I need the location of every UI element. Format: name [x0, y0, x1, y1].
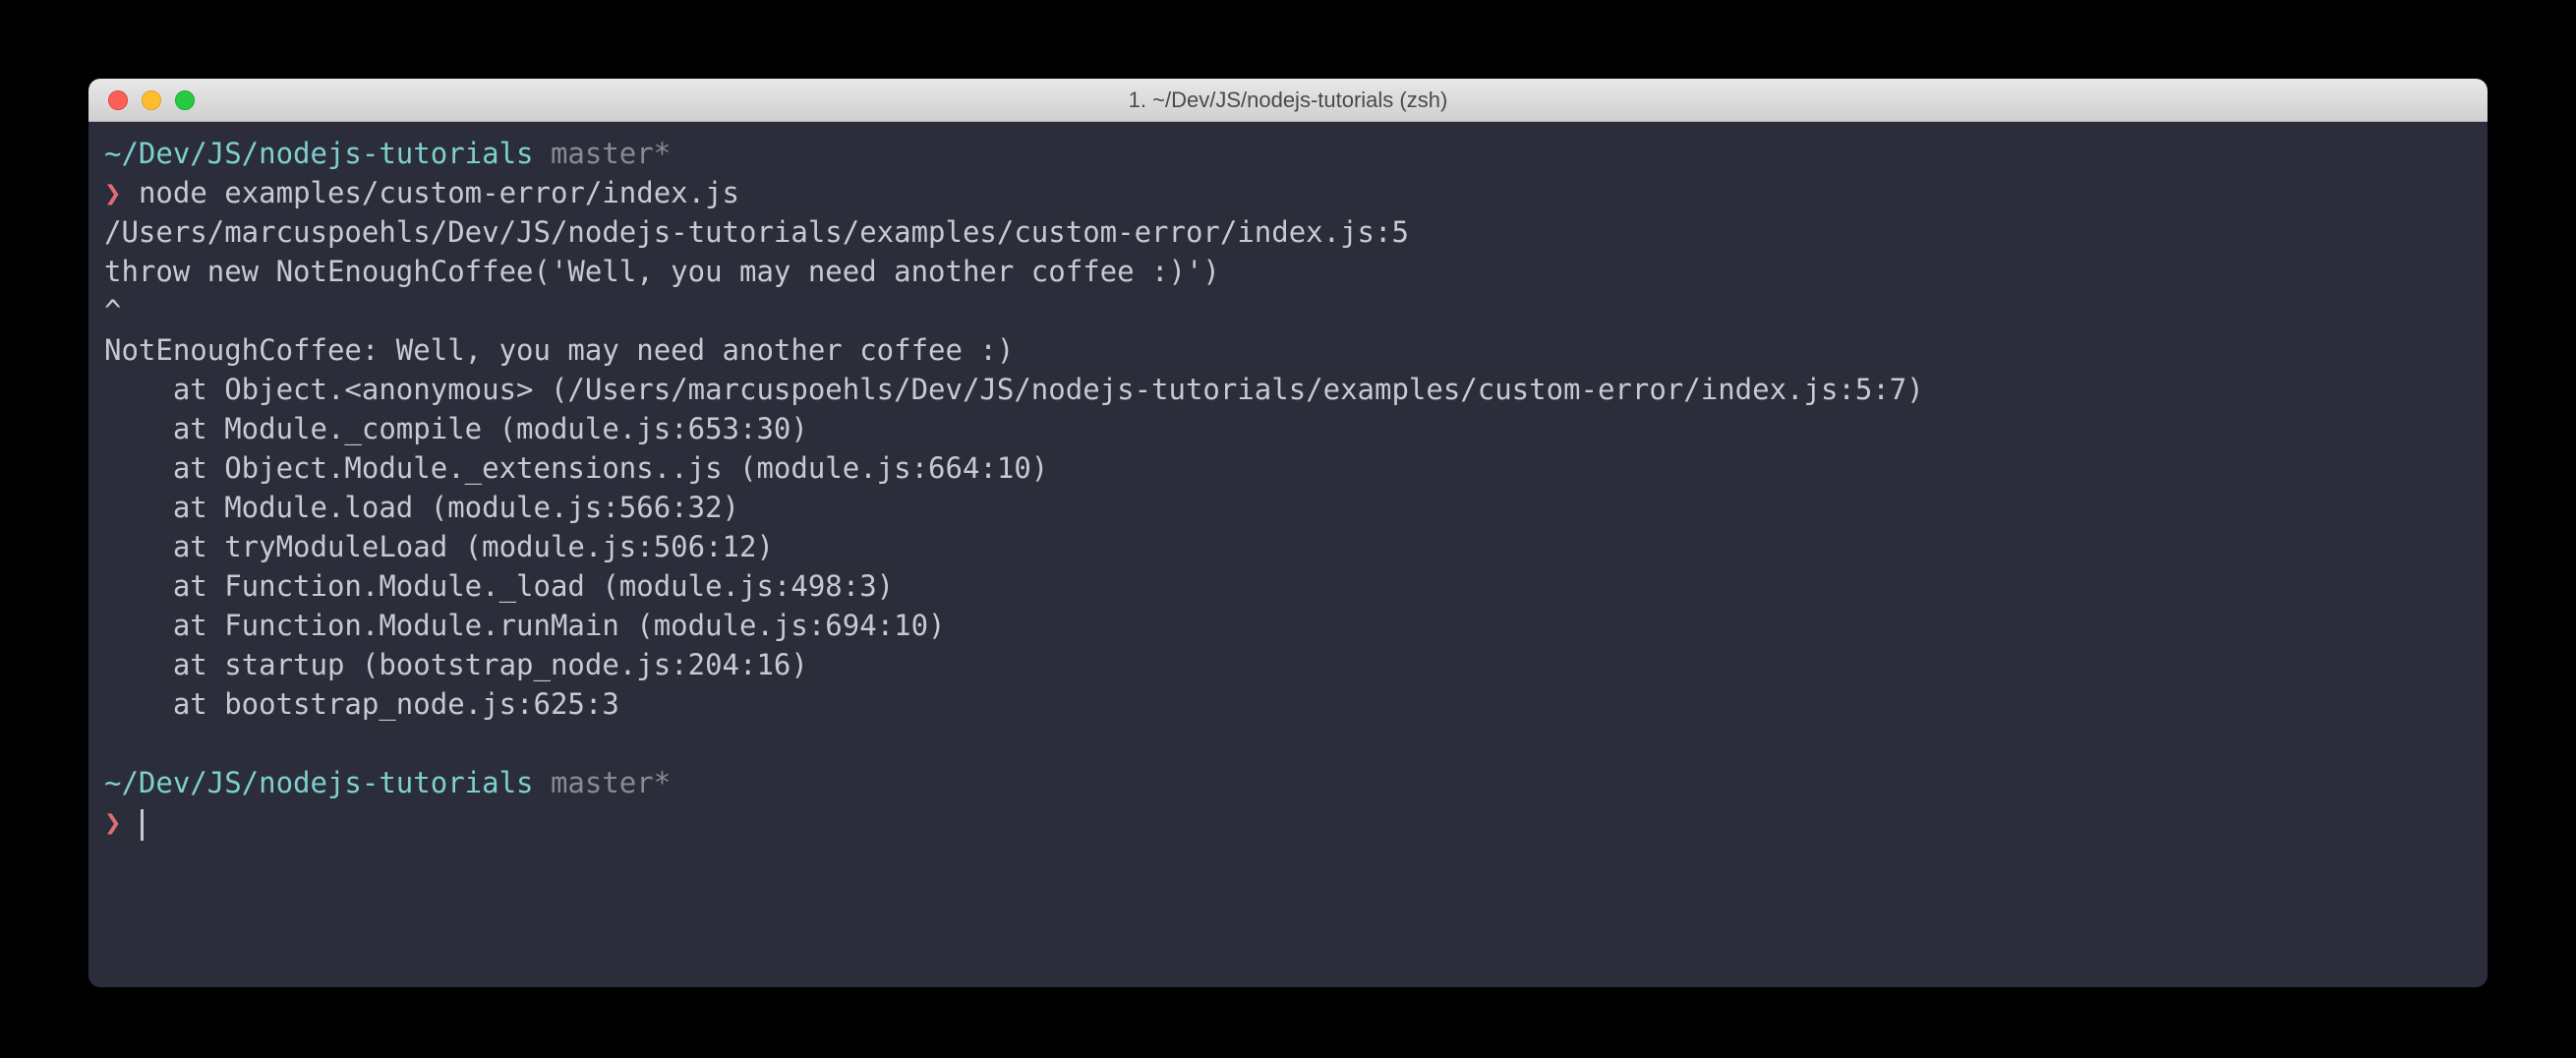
window-title: 1. ~/Dev/JS/nodejs-tutorials (zsh)	[88, 88, 2488, 113]
output-line: NotEnoughCoffee: Well, you may need anot…	[104, 330, 2472, 370]
output-line: at Function.Module._load (module.js:498:…	[104, 566, 2472, 606]
output-line: at tryModuleLoad (module.js:506:12)	[104, 527, 2472, 566]
traffic-lights	[88, 90, 195, 110]
output-line: /Users/marcuspoehls/Dev/JS/nodejs-tutori…	[104, 212, 2472, 252]
output-line: at Module.load (module.js:566:32)	[104, 488, 2472, 527]
maximize-icon[interactable]	[175, 90, 195, 110]
output-line: at Module._compile (module.js:653:30)	[104, 409, 2472, 448]
terminal-body[interactable]: ~/Dev/JS/nodejs-tutorials master* ❯ node…	[88, 122, 2488, 987]
cwd-path: ~/Dev/JS/nodejs-tutorials	[104, 766, 534, 799]
output-line: throw new NotEnoughCoffee('Well, you may…	[104, 252, 2472, 291]
titlebar[interactable]: 1. ~/Dev/JS/nodejs-tutorials (zsh)	[88, 79, 2488, 122]
output-line: at startup (bootstrap_node.js:204:16)	[104, 645, 2472, 684]
prompt-symbol: ❯	[104, 176, 121, 209]
cursor-icon	[141, 809, 144, 841]
prompt-symbol: ❯	[104, 805, 121, 839]
close-icon[interactable]	[108, 90, 128, 110]
output-line: at bootstrap_node.js:625:3	[104, 684, 2472, 724]
output-line: at Object.<anonymous> (/Users/marcuspoeh…	[104, 370, 2472, 409]
command-line[interactable]: ❯	[104, 802, 2472, 842]
command-line: ❯ node examples/custom-error/index.js	[104, 173, 2472, 212]
output-line: at Object.Module._extensions..js (module…	[104, 448, 2472, 488]
blank-line	[104, 724, 2472, 763]
command-text: node examples/custom-error/index.js	[139, 176, 739, 209]
prompt-line: ~/Dev/JS/nodejs-tutorials master*	[104, 763, 2472, 802]
minimize-icon[interactable]	[142, 90, 161, 110]
output-line: at Function.Module.runMain (module.js:69…	[104, 606, 2472, 645]
git-branch: master*	[551, 137, 671, 170]
git-branch: master*	[551, 766, 671, 799]
output-line: ^	[104, 291, 2472, 330]
cwd-path: ~/Dev/JS/nodejs-tutorials	[104, 137, 534, 170]
terminal-window: 1. ~/Dev/JS/nodejs-tutorials (zsh) ~/Dev…	[88, 79, 2488, 987]
prompt-line: ~/Dev/JS/nodejs-tutorials master*	[104, 134, 2472, 173]
